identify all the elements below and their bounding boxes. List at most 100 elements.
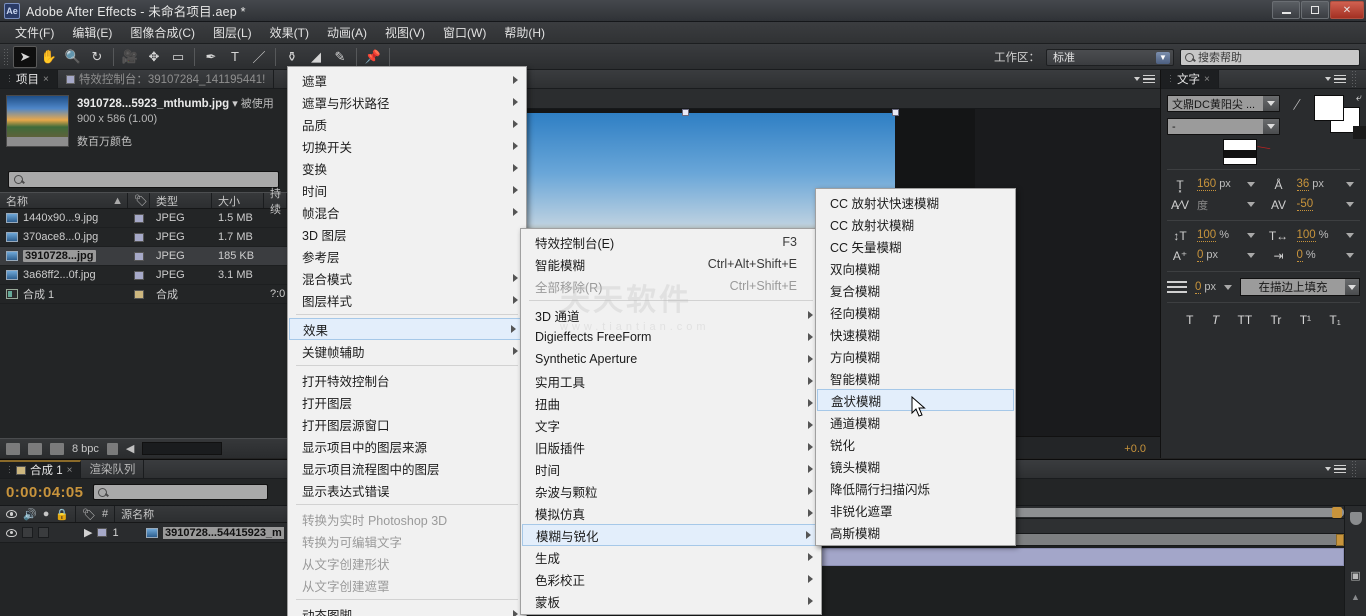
color-depth-icon[interactable] <box>50 443 64 455</box>
label-color-swatch[interactable] <box>97 528 107 537</box>
column-name[interactable]: 名称 ▲ <box>0 193 128 208</box>
camera-tool[interactable]: 🎥 <box>118 46 142 68</box>
brush-tool[interactable]: ／ <box>247 46 271 68</box>
pen-tool[interactable]: ✒ <box>199 46 223 68</box>
menu-item-effect-7[interactable]: 实用工具 <box>521 370 821 392</box>
work-area-handle[interactable] <box>1336 534 1344 546</box>
minimize-button[interactable] <box>1272 1 1300 19</box>
tab-composition-1[interactable]: 合成 1 × <box>0 460 81 478</box>
roto-brush-tool[interactable]: ✎ <box>328 46 352 68</box>
menu-item-blur-14[interactable]: 非锐化遮罩 <box>816 499 1015 521</box>
menu-item-effect-13[interactable]: 模拟仿真 <box>521 502 821 524</box>
menu-item-layer-10[interactable]: 图层样式 <box>288 289 526 311</box>
swap-colors-icon[interactable]: ⤶ <box>1356 92 1362 105</box>
text-style-button-2[interactable]: TT <box>1238 313 1253 327</box>
timeline-panel-menu[interactable] <box>1325 460 1366 478</box>
bpc-label[interactable]: 8 bpc <box>72 443 99 455</box>
menu-item-layer-6[interactable]: 帧混合 <box>288 201 526 223</box>
menu-item-layer-13[interactable]: 关键帧辅助 <box>288 340 526 362</box>
work-area-end-handle[interactable] <box>1332 507 1342 518</box>
close-icon[interactable]: × <box>1204 74 1210 85</box>
tab-character[interactable]: 文字 × <box>1161 70 1219 88</box>
menu-item-effect-5[interactable]: Digieffects FreeForm <box>521 326 821 348</box>
menubar-item-8[interactable]: 帮助(H) <box>495 22 554 43</box>
menu-item-blur-8[interactable]: 智能模糊 <box>816 367 1015 389</box>
menu-item-blur-15[interactable]: 高斯模糊 <box>816 521 1015 543</box>
new-comp-icon[interactable] <box>6 443 20 455</box>
comp-panel-menu[interactable] <box>1134 75 1160 84</box>
text-style-button-5[interactable]: T₁ <box>1329 313 1340 327</box>
menu-item-effect-8[interactable]: 扭曲 <box>521 392 821 414</box>
tsume-dropdown-icon[interactable] <box>1346 253 1354 258</box>
audio-icon[interactable]: 🔊 <box>23 508 37 521</box>
menu-item-blur-11[interactable]: 锐化 <box>816 433 1015 455</box>
menubar-item-5[interactable]: 动画(A) <box>318 22 376 43</box>
menu-item-blur-3[interactable]: 双向模糊 <box>816 257 1015 279</box>
text-style-button-3[interactable]: Tr <box>1271 313 1282 327</box>
timeline-layer-row[interactable]: ▶13910728...54415923_m <box>0 523 310 543</box>
menubar-item-6[interactable]: 视图(V) <box>376 22 434 43</box>
delete-icon[interactable] <box>107 443 118 455</box>
layer-switch[interactable] <box>22 527 33 538</box>
tab-project[interactable]: 项目 × <box>0 70 58 88</box>
text-style-button-0[interactable]: T <box>1186 313 1193 327</box>
column-duration[interactable]: 持续 <box>264 193 287 208</box>
menu-item-blur-5[interactable]: 径向模糊 <box>816 301 1015 323</box>
eraser-tool[interactable]: ◢ <box>304 46 328 68</box>
menu-item-effect-0[interactable]: 特效控制台(E)F3 <box>521 231 821 253</box>
effect-menu[interactable]: 特效控制台(E)F3智能模糊Ctrl+Alt+Shift+E全部移除(R)Ctr… <box>520 228 822 615</box>
baseline-shift-field[interactable]: 0 px <box>1197 249 1243 262</box>
menu-item-effect-14[interactable]: 模糊与锐化 <box>522 524 820 546</box>
menu-item-effect-4[interactable]: 3D 通道 <box>521 304 821 326</box>
tracking-dropdown-icon[interactable] <box>1346 202 1354 207</box>
menu-item-blur-0[interactable]: CC 放射状快速模糊 <box>816 191 1015 213</box>
menu-item-effect-15[interactable]: 生成 <box>521 546 821 568</box>
baseline-shift-dropdown-icon[interactable] <box>1247 253 1255 258</box>
project-row[interactable]: 1440x90...9.jpgJPEG1.5 MB <box>0 209 287 228</box>
solo-icon[interactable]: ● <box>43 508 50 520</box>
kerning-field[interactable]: 度 <box>1197 197 1243 213</box>
transform-handle[interactable] <box>682 109 689 116</box>
menubar-item-1[interactable]: 编辑(E) <box>63 22 121 43</box>
text-style-button-4[interactable]: T¹ <box>1300 313 1311 327</box>
vertical-scale-dropdown-icon[interactable] <box>1247 233 1255 238</box>
eyedropper-icon[interactable]: ⟋ <box>1288 96 1306 114</box>
menu-item-layer-15[interactable]: 打开特效控制台 <box>288 369 526 391</box>
menu-item-layer-12[interactable]: 效果 <box>289 318 525 340</box>
label-color-swatch[interactable] <box>134 290 144 299</box>
font-family-select[interactable]: 文鼎DC黄阳尖 ... <box>1167 95 1280 112</box>
menu-item-effect-10[interactable]: 旧版插件 <box>521 436 821 458</box>
label-color-swatch[interactable] <box>134 252 144 261</box>
blur-sharpen-menu[interactable]: CC 放射状快速模糊CC 放射状模糊CC 矢量模糊双向模糊复合模糊径向模糊快速模… <box>815 188 1016 546</box>
menu-item-layer-3[interactable]: 切换开关 <box>288 135 526 157</box>
close-icon[interactable]: × <box>67 465 73 476</box>
label-color-swatch[interactable] <box>134 214 144 223</box>
leading-dropdown-icon[interactable] <box>1346 182 1354 187</box>
fill-color-swatch[interactable] <box>1314 95 1344 121</box>
shield-icon[interactable] <box>1350 512 1362 525</box>
menubar-item-3[interactable]: 图层(L) <box>204 22 261 43</box>
collapse-icon[interactable]: ◀ <box>126 442 134 455</box>
menu-item-layer-2[interactable]: 品质 <box>288 113 526 135</box>
menu-item-effect-11[interactable]: 时间 <box>521 458 821 480</box>
pan-behind-tool[interactable]: ✥ <box>142 46 166 68</box>
video-visibility-icon[interactable] <box>6 510 17 518</box>
menu-item-blur-13[interactable]: 降低隔行扫描闪烁 <box>816 477 1015 499</box>
tsume-field[interactable]: 0 % <box>1297 249 1343 262</box>
menu-item-effect-1[interactable]: 智能模糊Ctrl+Alt+Shift+E <box>521 253 821 275</box>
menubar-item-2[interactable]: 图像合成(C) <box>121 22 204 43</box>
no-stroke-icon[interactable]: ⟍ <box>1256 139 1280 165</box>
selection-tool[interactable]: ➤ <box>13 46 37 68</box>
stroke-preview[interactable] <box>1223 139 1257 165</box>
menu-item-blur-6[interactable]: 快速模糊 <box>816 323 1015 345</box>
layer-visibility-icon[interactable] <box>6 529 17 537</box>
panel-grip-icon[interactable] <box>1351 70 1358 88</box>
lock-icon[interactable]: 🔒 <box>55 508 69 521</box>
menubar-item-4[interactable]: 效果(T) <box>261 22 318 43</box>
tracking-field[interactable]: -50 <box>1297 198 1343 211</box>
fill-stroke-mode-select[interactable]: 在描边上填充 <box>1240 278 1360 296</box>
expand-arrow-icon[interactable]: ▶ <box>84 526 92 539</box>
menu-item-blur-2[interactable]: CC 矢量模糊 <box>816 235 1015 257</box>
horizontal-scale-field[interactable]: 100 % <box>1297 229 1343 242</box>
help-search-box[interactable]: 搜索帮助 <box>1180 49 1360 66</box>
